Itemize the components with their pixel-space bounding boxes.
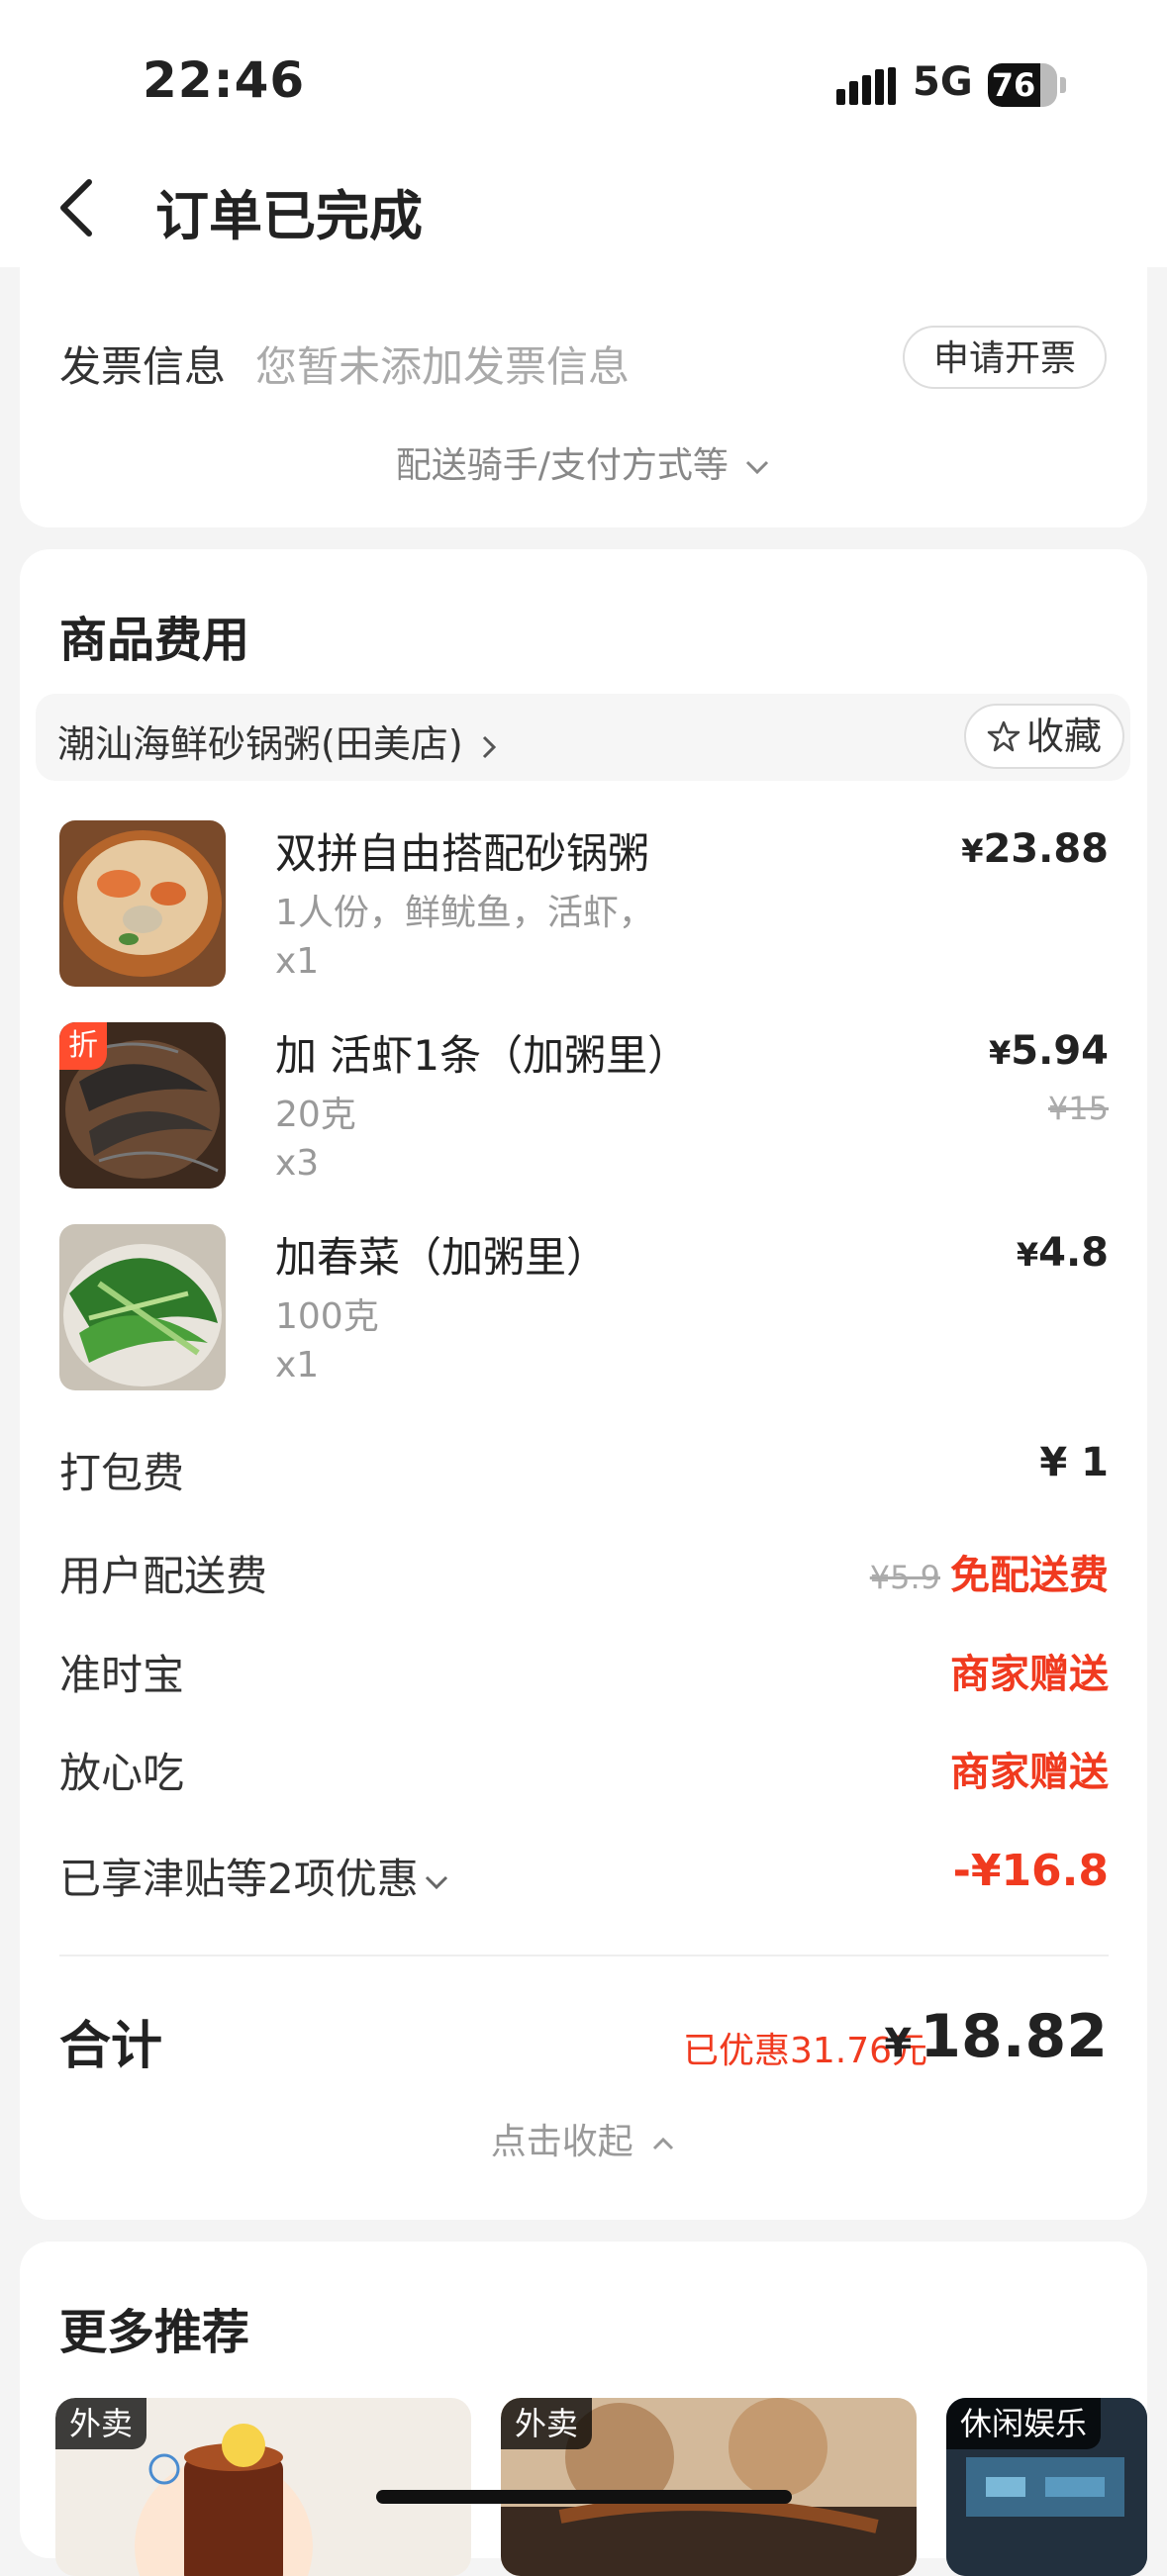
order-item[interactable]: 加春菜（加粥里） 100克 x1 ¥4.8	[59, 1224, 1109, 1392]
item-price-value: 23.88	[983, 826, 1109, 872]
item-quantity: x1	[275, 941, 320, 982]
chevron-right-icon	[482, 735, 496, 758]
total-value: ¥18.82	[884, 2002, 1108, 2071]
fee-label: 放心吃	[59, 1749, 185, 1797]
divider	[59, 1955, 1109, 1956]
chevron-down-icon	[425, 1875, 447, 1889]
fee-value: 商家赠送	[950, 1652, 1109, 1697]
item-quantity: x3	[275, 1143, 320, 1184]
fee-label: 准时宝	[59, 1651, 185, 1699]
recommendation-tag: 外卖	[55, 2398, 147, 2449]
item-price-value: 5.94	[1011, 1028, 1109, 1074]
fee-label: 用户配送费	[59, 1552, 268, 1600]
recommendations-card: 更多推荐 外卖 外卖 休闲娱乐	[20, 2242, 1147, 2576]
collapse-label: 点击收起	[490, 2122, 633, 2162]
currency-symbol: ¥	[989, 1034, 1012, 1072]
item-price-value: 4.8	[1038, 1230, 1109, 1276]
invoice-label: 发票信息	[59, 342, 227, 391]
discount-badge: 折	[59, 1022, 107, 1070]
more-info-toggle[interactable]: 配送骑手/支付方式等	[20, 436, 1147, 488]
discount-summary: 已享津贴等2项优惠	[59, 1855, 419, 1903]
fee-value: ¥5.9 免配送费	[870, 1543, 1109, 1600]
favorite-button[interactable]: 收藏	[964, 704, 1124, 769]
invoice-card: 发票信息 您暂未添加发票信息 申请开票 配送骑手/支付方式等	[20, 252, 1147, 527]
apply-invoice-button[interactable]: 申请开票	[903, 326, 1107, 389]
item-name: 双拼自由搭配砂锅粥	[275, 829, 650, 878]
currency-symbol: ¥	[1016, 1236, 1039, 1274]
network-type: 5G	[913, 59, 973, 105]
item-name: 加春菜（加粥里）	[275, 1233, 609, 1282]
collapse-toggle[interactable]: 点击收起	[20, 2113, 1147, 2164]
battery-icon: 76	[988, 63, 1057, 107]
item-spec: 100克	[275, 1296, 379, 1337]
fee-row-packing: 打包费 ¥ 1	[59, 1440, 1109, 1499]
fee-row-delivery: 用户配送费 ¥5.9 免配送费	[59, 1543, 1109, 1602]
star-icon	[987, 720, 1021, 751]
fee-row-safe: 放心吃 商家赠送	[59, 1740, 1109, 1799]
fee-value: 商家赠送	[950, 1750, 1109, 1795]
item-thumbnail	[59, 820, 226, 987]
item-price: ¥23.88	[961, 826, 1109, 872]
chevron-up-icon	[653, 2137, 674, 2150]
order-item[interactable]: 双拼自由搭配砂锅粥 1人份，鲜鱿鱼，活虾， x1 ¥23.88	[59, 820, 1109, 989]
currency-symbol: ¥	[884, 2021, 913, 2066]
total-label: 合计	[59, 2017, 163, 2076]
recommendation-tile[interactable]: 外卖	[501, 2398, 917, 2576]
home-indicator	[376, 2490, 792, 2504]
order-item[interactable]: 折 加 活虾1条（加粥里） 20克 x3 ¥5.94 ¥15	[59, 1022, 1109, 1191]
fee-value-text: 免配送费	[950, 1553, 1109, 1598]
item-spec: 20克	[275, 1095, 356, 1135]
more-info-label: 配送骑手/支付方式等	[395, 445, 729, 486]
signal-icon	[836, 67, 896, 105]
status-bar: 22:46 5G 76	[0, 0, 1167, 148]
invoice-value: 您暂未添加发票信息	[255, 342, 631, 391]
shop-link[interactable]: 潮汕海鲜砂锅粥(田美店)	[57, 714, 499, 768]
item-spec: 1人份，鲜鱿鱼，活虾，	[275, 893, 654, 933]
item-name: 加 活虾1条（加粥里）	[275, 1031, 690, 1080]
item-price: ¥5.94	[989, 1028, 1109, 1074]
fee-original: ¥5.9	[869, 1559, 940, 1596]
recommendation-tag: 休闲娱乐	[946, 2398, 1102, 2449]
recommendation-tag: 外卖	[501, 2398, 593, 2449]
fee-label: 已享津贴等2项优惠	[59, 1846, 450, 1906]
back-arrow-icon[interactable]	[40, 168, 119, 247]
recommendation-tile[interactable]: 休闲娱乐	[946, 2398, 1147, 2576]
item-thumbnail: 折	[59, 1022, 226, 1189]
shop-row: 潮汕海鲜砂锅粥(田美店) 收藏	[36, 694, 1130, 781]
page-title: 订单已完成	[155, 185, 423, 247]
favorite-label: 收藏	[1025, 715, 1102, 758]
chevron-down-icon	[746, 460, 769, 475]
battery-nub	[1060, 77, 1066, 93]
status-time: 22:46	[143, 51, 306, 109]
total-amount: 18.82	[920, 2002, 1108, 2071]
goods-card: 商品费用 潮汕海鲜砂锅粥(田美店) 收藏 双拼自由搭配砂锅粥 1人份，鲜鱿鱼，活…	[20, 549, 1147, 2220]
section-title-goods: 商品费用	[59, 613, 250, 668]
fee-value: ¥ 1	[1039, 1440, 1109, 1485]
fee-row-ontime: 准时宝 商家赠送	[59, 1642, 1109, 1701]
item-thumbnail	[59, 1224, 226, 1390]
fee-value: -¥16.8	[952, 1846, 1109, 1896]
battery-level: 76	[991, 66, 1036, 104]
fee-label: 打包费	[59, 1449, 185, 1497]
nav-header: 订单已完成	[0, 148, 1167, 267]
item-quantity: x1	[275, 1345, 320, 1385]
item-original-price: ¥15	[1047, 1090, 1109, 1127]
section-title-recommendations: 更多推荐	[59, 2305, 250, 2360]
fee-row-discounts[interactable]: 已享津贴等2项优惠 -¥16.8	[59, 1846, 1109, 1905]
currency-symbol: ¥	[961, 832, 984, 870]
shop-name: 潮汕海鲜砂锅粥(田美店)	[57, 722, 463, 766]
recommendation-tile[interactable]: 外卖	[55, 2398, 471, 2576]
item-price: ¥4.8	[1017, 1230, 1109, 1276]
